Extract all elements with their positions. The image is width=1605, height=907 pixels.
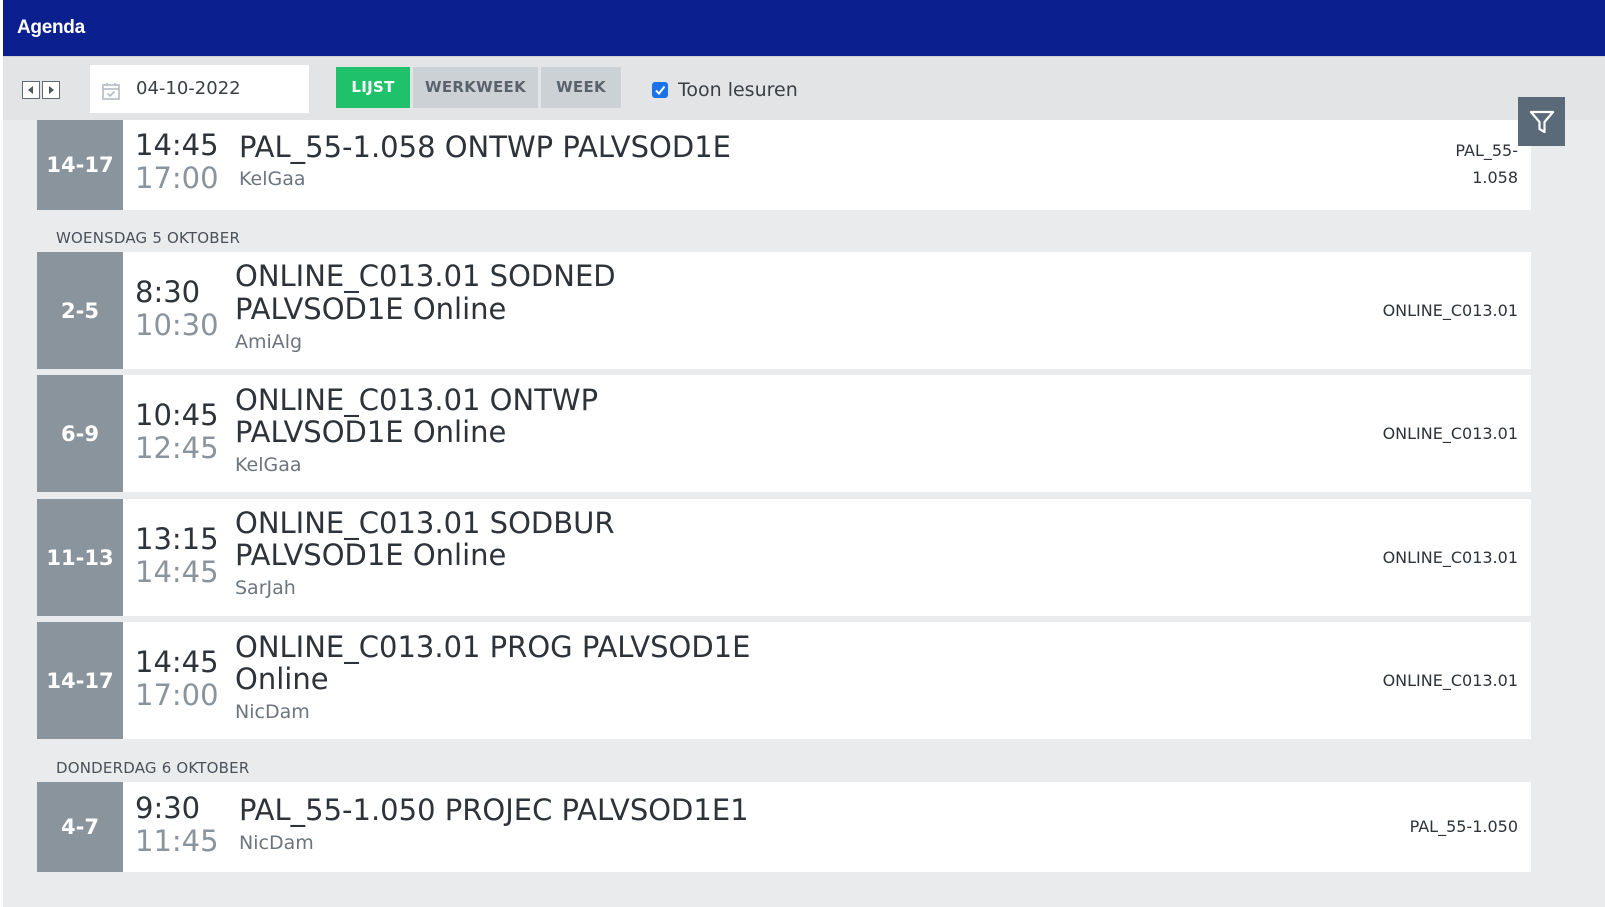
previous-period-button[interactable] (22, 81, 40, 99)
calendar-icon (102, 83, 120, 100)
date-navigation (22, 81, 60, 99)
toolbar: 04-10-2022 LIJST WERKWEEK WEEK Toon lesu… (3, 56, 1605, 120)
tab-week[interactable]: WEEK (541, 67, 621, 108)
lesson-slot: 2-5 (37, 252, 123, 369)
agenda-event[interactable]: 6-9 10:45 12:45 ONLINE_C013.01 ONTWP PAL… (37, 375, 1531, 492)
lesson-slot: 14-17 (37, 622, 123, 739)
event-times: 10:45 12:45 (135, 399, 219, 465)
event-title: ONLINE_C013.01 SODNED (235, 259, 616, 293)
tab-werkweek[interactable]: WERKWEEK (413, 67, 538, 108)
event-teacher: NicDam (239, 832, 314, 854)
event-room: ONLINE_C013.01 (1382, 548, 1518, 567)
event-room: PAL_55- 1.058 (1455, 137, 1518, 191)
start-time: 14:45 (135, 645, 219, 679)
event-title: ONLINE_C013.01 SODBUR (235, 506, 615, 540)
event-times: 14:45 17:00 (135, 129, 219, 195)
event-times: 13:15 14:45 (135, 523, 219, 589)
tab-lijst[interactable]: LIJST (336, 67, 410, 108)
event-room: PAL_55-1.050 (1409, 817, 1518, 836)
end-time: 17:00 (135, 678, 219, 712)
event-times: 8:30 10:30 (135, 276, 219, 342)
toon-lesuren-checkbox[interactable] (652, 82, 668, 98)
triangle-left-icon (28, 86, 33, 94)
end-time: 11:45 (135, 824, 219, 858)
triangle-right-icon (49, 86, 54, 94)
day-header: WOENSDAG 5 OKTOBER (56, 229, 241, 247)
event-teacher: KelGaa (239, 168, 306, 190)
event-title: ONLINE_C013.01 ONTWP (235, 383, 599, 417)
lesson-slot: 14-17 (37, 120, 123, 210)
agenda-event[interactable]: 14-17 14:45 17:00 PAL_55-1.058 ONTWP PAL… (37, 120, 1531, 210)
view-tabs: LIJST WERKWEEK WEEK (336, 67, 621, 108)
event-title: PALVSOD1E Online (235, 538, 507, 572)
event-title: PAL_55-1.050 PROJEC PALVSOD1E1 (239, 793, 749, 827)
day-header: DONDERDAG 6 OKTOBER (56, 759, 250, 777)
end-time: 10:30 (135, 308, 219, 342)
start-time: 8:30 (135, 275, 201, 309)
next-period-button[interactable] (42, 81, 60, 99)
title-bar: Agenda (3, 0, 1605, 56)
start-time: 13:15 (135, 522, 219, 556)
agenda-event[interactable]: 2-5 8:30 10:30 ONLINE_C013.01 SODNED PAL… (37, 252, 1531, 369)
start-time: 14:45 (135, 128, 219, 162)
room-line: PAL_55- (1455, 141, 1518, 160)
event-room: ONLINE_C013.01 (1382, 671, 1518, 690)
lesson-slot: 11-13 (37, 499, 123, 616)
event-title: ONLINE_C013.01 PROG PALVSOD1E (235, 630, 751, 664)
agenda-event[interactable]: 14-17 14:45 17:00 ONLINE_C013.01 PROG PA… (37, 622, 1531, 739)
agenda-event[interactable]: 4-7 9:30 11:45 PAL_55-1.050 PROJEC PALVS… (37, 782, 1531, 872)
date-value: 04-10-2022 (136, 78, 241, 99)
event-room: ONLINE_C013.01 (1382, 301, 1518, 320)
event-title: PAL_55-1.058 ONTWP PALVSOD1E (239, 130, 731, 164)
app-title: Agenda (17, 17, 85, 38)
event-teacher: KelGaa (235, 454, 302, 476)
end-time: 14:45 (135, 555, 219, 589)
checkmark-icon (655, 85, 666, 96)
end-time: 17:00 (135, 161, 219, 195)
event-title: Online (235, 662, 329, 696)
toon-lesuren-label: Toon lesuren (678, 79, 798, 101)
room-line: 1.058 (1472, 168, 1518, 187)
event-room: ONLINE_C013.01 (1382, 424, 1518, 443)
agenda-event[interactable]: 11-13 13:15 14:45 ONLINE_C013.01 SODBUR … (37, 499, 1531, 616)
event-teacher: NicDam (235, 701, 310, 723)
event-teacher: AmiAlg (235, 331, 303, 353)
event-teacher: SarJah (235, 577, 296, 599)
toon-lesuren-toggle: Toon lesuren (652, 79, 798, 101)
agenda-app: Agenda 04-10-2022 LIJST WERKWEEK WEEK To… (3, 0, 1605, 907)
date-input[interactable]: 04-10-2022 (90, 65, 309, 113)
event-times: 14:45 17:00 (135, 646, 219, 712)
event-title: PALVSOD1E Online (235, 415, 507, 449)
lesson-slot: 4-7 (37, 782, 123, 872)
event-times: 9:30 11:45 (135, 792, 219, 858)
funnel-icon (1529, 110, 1555, 134)
end-time: 12:45 (135, 431, 219, 465)
start-time: 10:45 (135, 398, 219, 432)
filter-button[interactable] (1518, 97, 1565, 146)
start-time: 9:30 (135, 791, 201, 825)
event-title: PALVSOD1E Online (235, 292, 507, 326)
lesson-slot: 6-9 (37, 375, 123, 492)
